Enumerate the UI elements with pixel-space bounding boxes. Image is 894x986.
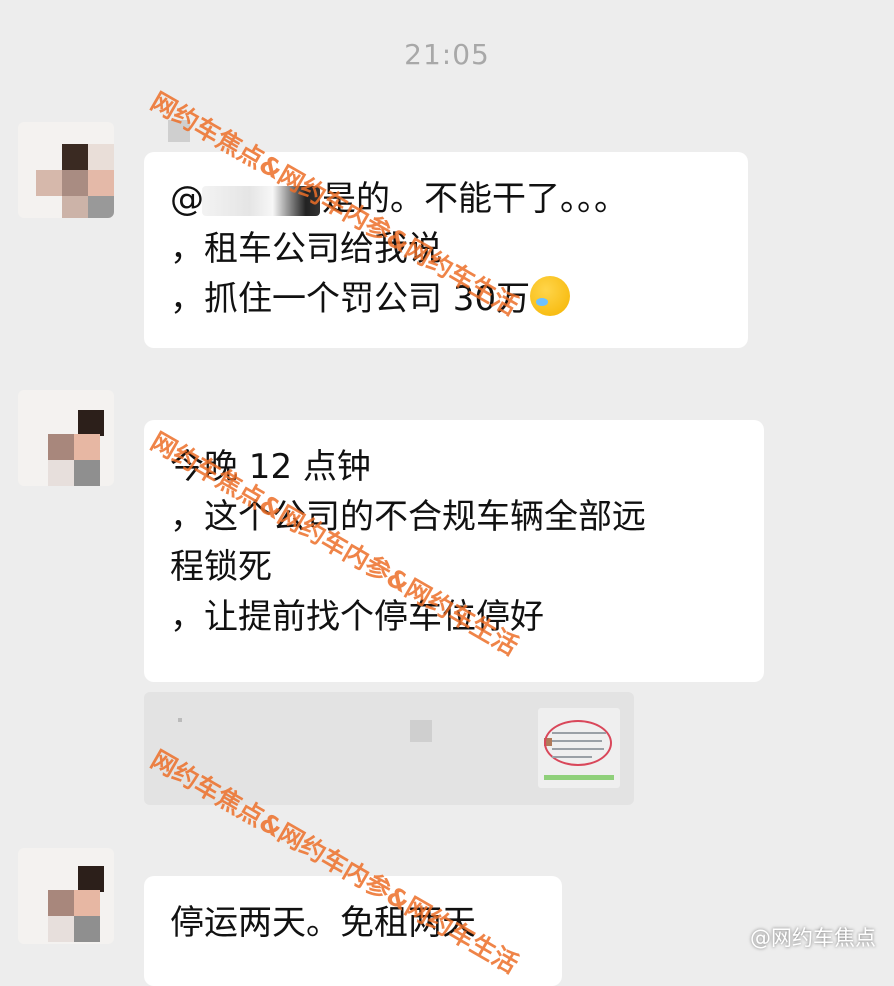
mention-redacted xyxy=(202,185,320,216)
message-bubble[interactable]: 停运两天。免租两天 xyxy=(144,876,562,986)
message-line: 停运两天。免租两天 xyxy=(170,903,476,943)
message-line: 今晚 12 点钟 xyxy=(170,447,371,487)
quote-name-redacted xyxy=(410,720,432,742)
message-bubble[interactable]: 今晚 12 点钟 ，这个公司的不合规车辆全部远 程锁死 ，让提前找个停车位停好 xyxy=(144,420,764,682)
message-line: 程锁死 xyxy=(170,547,272,587)
quoted-message[interactable] xyxy=(144,692,634,805)
message-line: ，租车公司给我说 xyxy=(170,229,442,269)
message-timestamp: 21:05 xyxy=(404,38,490,71)
message-line: ，抓住一个罚公司 30万 xyxy=(170,274,722,324)
watermark-corner: @网约车焦点 xyxy=(750,926,876,950)
message-bubble[interactable]: @ 是的。不能干了。。。 ，租车公司给我说 ，抓住一个罚公司 30万 xyxy=(144,152,748,348)
quoted-image-thumbnail[interactable] xyxy=(538,708,620,788)
crying-face-emoji xyxy=(530,276,571,316)
message-line: ，这个公司的不合规车辆全部远 xyxy=(170,497,646,537)
sender-name-redacted xyxy=(168,120,190,142)
message-line: @ 是的。不能干了。。。 xyxy=(170,179,628,219)
avatar[interactable] xyxy=(18,122,114,218)
message-line: ，让提前找个停车位停好 xyxy=(170,597,544,637)
avatar[interactable] xyxy=(18,848,114,944)
avatar[interactable] xyxy=(18,390,114,486)
quote-sender-redacted xyxy=(178,718,182,722)
